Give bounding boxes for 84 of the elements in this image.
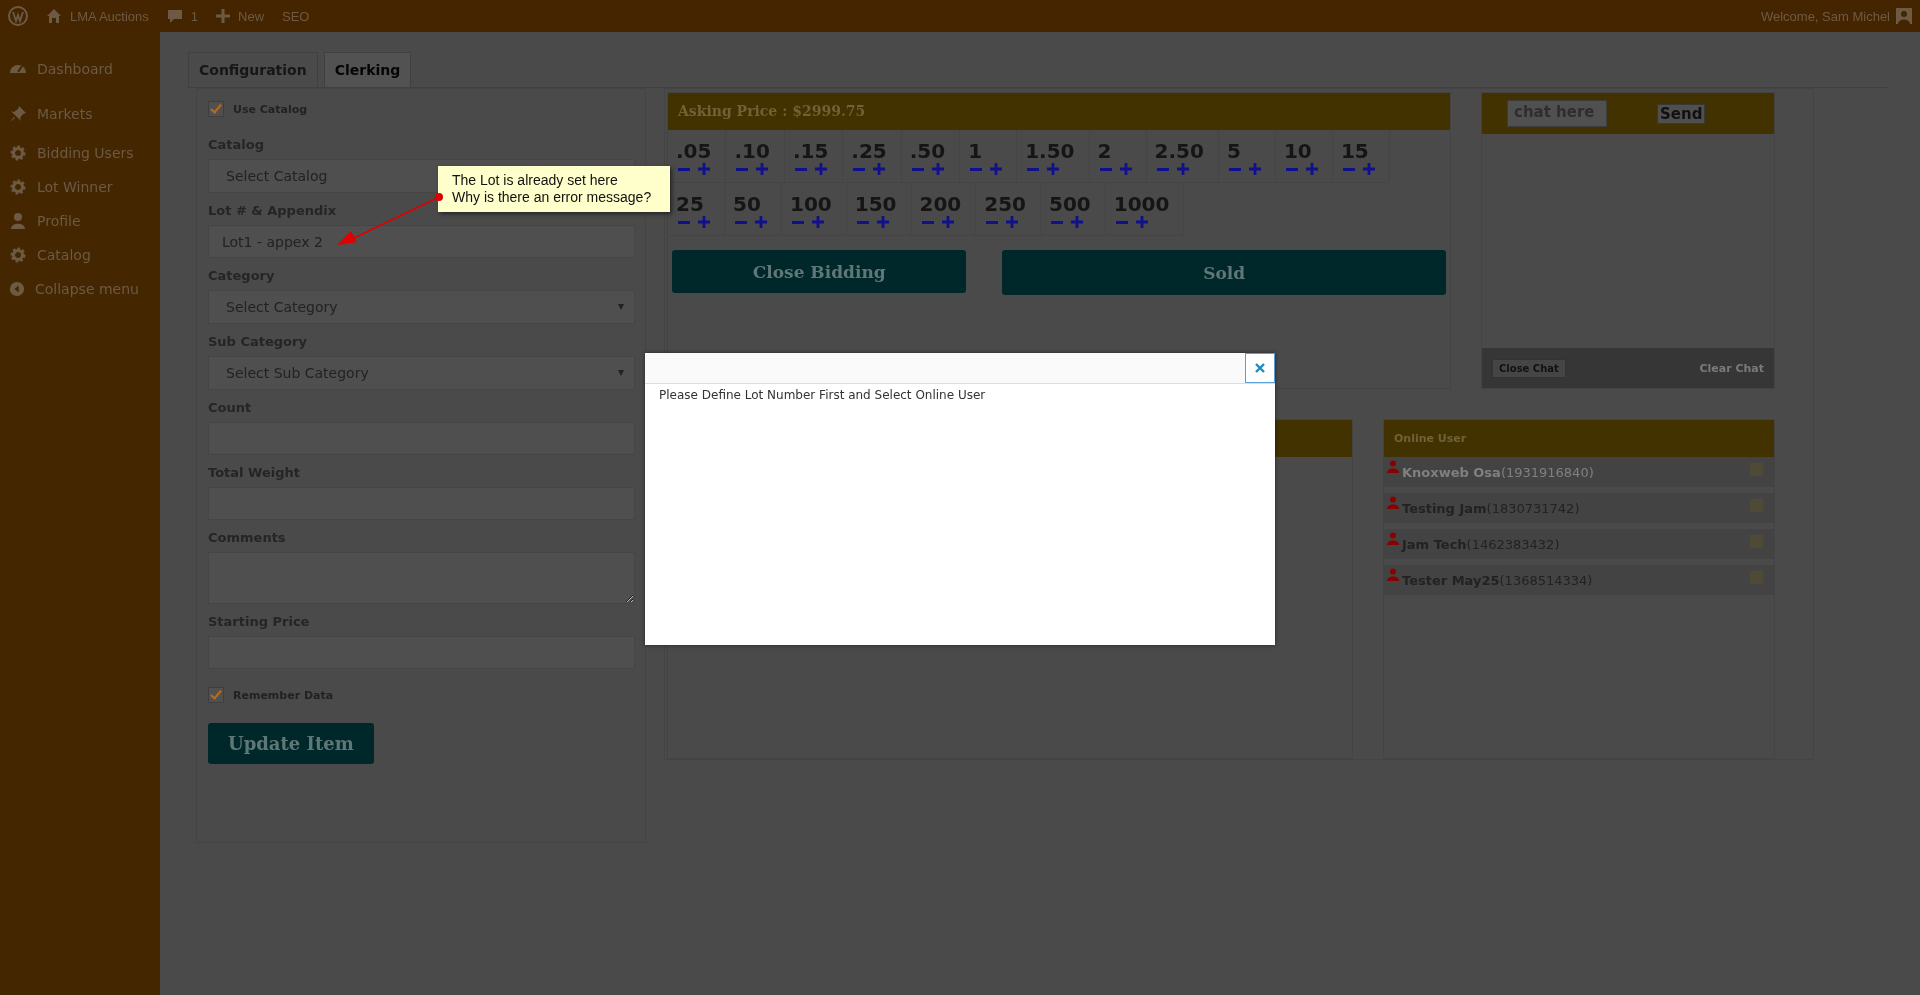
minus-icon[interactable] — [678, 167, 690, 171]
person-icon — [9, 212, 27, 230]
comments-link[interactable]: 1 — [166, 8, 198, 24]
plus-icon[interactable] — [756, 163, 769, 175]
welcome-text[interactable]: Welcome, Sam Michel — [1760, 8, 1890, 24]
checkbox[interactable] — [208, 101, 224, 117]
caret-icon — [618, 304, 624, 310]
plus-icon[interactable] — [1362, 163, 1375, 175]
minus-icon[interactable] — [792, 220, 804, 224]
minus-icon[interactable] — [735, 220, 747, 224]
plus-icon[interactable] — [1006, 216, 1019, 228]
minus-icon[interactable] — [1228, 167, 1241, 171]
sidebar-item[interactable]: Catalog — [0, 238, 160, 272]
minus-icon[interactable] — [1156, 167, 1169, 171]
minus-icon[interactable] — [856, 220, 869, 224]
close-button[interactable] — [1245, 353, 1275, 383]
new-link[interactable]: New — [216, 8, 265, 24]
minus-icon[interactable] — [1285, 167, 1298, 171]
minus-icon[interactable] — [1342, 167, 1355, 171]
minus-icon[interactable] — [970, 167, 983, 171]
sidebar-item[interactable]: Bidding Users — [0, 136, 160, 170]
sidebar-item[interactable]: Collapse menu — [0, 272, 160, 306]
minus-icon[interactable] — [1099, 167, 1112, 171]
wordpress-logo-icon[interactable] — [8, 6, 28, 26]
send-button[interactable]: Send — [1657, 103, 1706, 124]
plus-icon[interactable] — [931, 163, 944, 175]
user-icon — [1386, 496, 1400, 510]
checkbox[interactable] — [208, 687, 224, 703]
action-button[interactable]: Sold — [1002, 250, 1446, 295]
user-icon — [1386, 460, 1400, 474]
caret-icon — [618, 370, 624, 376]
avatar-icon[interactable] — [1896, 8, 1912, 24]
minus-icon[interactable] — [678, 220, 690, 224]
plus-icon[interactable] — [755, 216, 767, 228]
gear-icon — [9, 246, 27, 264]
textarea-field[interactable] — [208, 552, 635, 604]
plus-icon[interactable] — [1248, 163, 1261, 175]
clear-chat-link[interactable]: Clear Chat — [1699, 361, 1764, 375]
user-row[interactable]: Knoxweb Osa(1931916840) — [1384, 457, 1774, 487]
plus-icon[interactable] — [873, 163, 886, 175]
collapse-icon — [9, 281, 25, 297]
user-icon — [1386, 532, 1400, 546]
minus-icon[interactable] — [1051, 220, 1063, 224]
minus-icon[interactable] — [986, 220, 999, 224]
plus-icon[interactable] — [698, 216, 710, 228]
home-icon — [46, 8, 62, 24]
minus-icon[interactable] — [1027, 167, 1040, 171]
speech-bubble-icon — [166, 8, 183, 24]
minus-icon[interactable] — [736, 167, 749, 171]
plus-icon[interactable] — [1135, 216, 1148, 228]
sidebar-item[interactable]: Markets — [0, 91, 160, 136]
plus-icon[interactable] — [1047, 163, 1060, 175]
plus-icon[interactable] — [876, 216, 889, 228]
plus-icon[interactable] — [1119, 163, 1132, 175]
action-button[interactable]: Close Bidding — [672, 250, 967, 293]
annotation-tooltip: The Lot is already set here Why is there an error message? — [438, 166, 670, 212]
tab[interactable]: Clerking — [323, 52, 412, 87]
plus-icon[interactable] — [1071, 216, 1083, 228]
seo-link[interactable]: SEO — [282, 8, 310, 24]
plus-icon[interactable] — [698, 163, 710, 175]
sidebar-item[interactable]: Profile — [0, 204, 160, 238]
user-icon — [1386, 568, 1400, 582]
minus-icon[interactable] — [921, 220, 934, 224]
user-name: Knoxweb Osa(1931916840) — [1402, 464, 1595, 480]
plus-icon[interactable] — [941, 216, 954, 228]
minus-icon[interactable] — [853, 167, 866, 171]
pushpin-icon — [9, 104, 27, 123]
plus-icon[interactable] — [1305, 163, 1318, 175]
plus-icon[interactable] — [1176, 163, 1189, 175]
plus-icon — [216, 9, 230, 23]
update-item-button[interactable]: Update Item — [208, 723, 374, 764]
site-name-link[interactable]: LMA Auctions — [46, 8, 149, 24]
plus-icon[interactable] — [990, 163, 1003, 175]
minus-icon[interactable] — [1115, 220, 1128, 224]
dialog-message: Please Define Lot Number First and Select Online User — [658, 387, 987, 404]
minus-icon[interactable] — [794, 167, 807, 171]
plus-icon[interactable] — [814, 163, 827, 175]
sidebar-item[interactable]: Lot Winner — [0, 170, 160, 204]
sidebar-item[interactable]: Dashboard — [0, 46, 160, 91]
gear-icon — [9, 178, 27, 196]
gear-icon — [9, 144, 27, 162]
close-icon — [1254, 362, 1266, 374]
minus-icon[interactable] — [911, 167, 924, 171]
plus-icon[interactable] — [812, 216, 824, 228]
